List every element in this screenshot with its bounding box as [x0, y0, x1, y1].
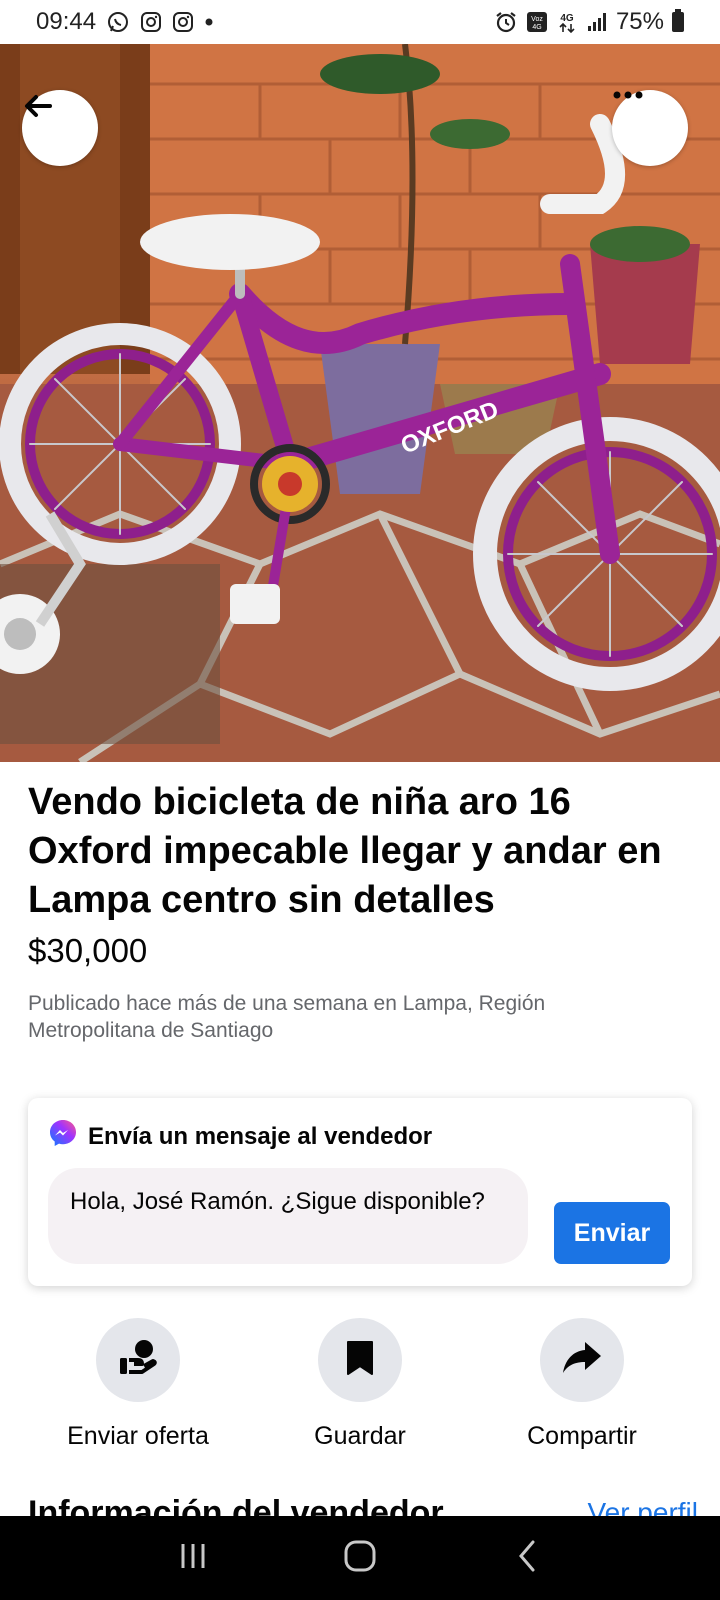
signal-icon	[586, 11, 608, 33]
whatsapp-icon	[106, 10, 130, 34]
listing-price: $30,000	[28, 932, 148, 969]
system-navigation-bar	[0, 1516, 720, 1600]
bicycle-image: OXFORD	[0, 44, 720, 762]
home-icon	[343, 1539, 377, 1578]
bookmark-icon	[345, 1339, 375, 1382]
share-button[interactable]: Compartir	[472, 1318, 692, 1451]
message-seller-card: Envía un mensaje al vendedor Hola, José …	[28, 1098, 692, 1286]
battery-percent: 75%	[615, 8, 664, 35]
seller-profile-link[interactable]: Ver perfil	[588, 1494, 699, 1516]
seller-info-title: Información del vendedor	[28, 1494, 444, 1516]
share-label: Compartir	[527, 1422, 637, 1450]
volte-icon: Voz 4G	[526, 11, 548, 33]
listing-posted-info: Publicado hace más de una semana en Lamp…	[28, 992, 546, 1042]
4g-icon: 4G	[556, 10, 578, 34]
listing-title: Vendo bicicleta de niña aro 16 Oxford im…	[28, 781, 662, 921]
message-card-header: Envía un mensaje al vendedor	[48, 1118, 432, 1155]
status-bar: 09:44 Voz 4G 4G 75%	[0, 0, 720, 44]
recent-apps-button[interactable]	[163, 1528, 223, 1588]
seller-info-section: Información del vendedor Ver perfil	[28, 1494, 698, 1516]
send-offer-label: Enviar oferta	[67, 1422, 209, 1450]
share-icon-circle[interactable]	[540, 1318, 624, 1402]
recent-apps-icon	[178, 1541, 208, 1576]
more-options-button[interactable]	[612, 90, 688, 166]
save-label: Guardar	[314, 1422, 406, 1450]
message-card-title: Envía un mensaje al vendedor	[88, 1122, 433, 1150]
send-offer-icon-circle[interactable]	[96, 1318, 180, 1402]
back-nav-button[interactable]	[497, 1528, 557, 1588]
action-bar: Enviar oferta Guardar Compartir	[0, 1318, 720, 1451]
svg-text:4G: 4G	[560, 13, 574, 24]
chevron-left-icon	[516, 1539, 538, 1578]
instagram-icon	[140, 11, 162, 33]
send-button[interactable]: Enviar	[554, 1202, 670, 1264]
save-icon-circle[interactable]	[318, 1318, 402, 1402]
save-button[interactable]: Guardar	[250, 1318, 470, 1451]
dot-icon	[204, 17, 214, 27]
instagram-icon	[172, 11, 194, 33]
svg-text:Voz: Voz	[531, 16, 543, 23]
home-button[interactable]	[330, 1528, 390, 1588]
listing-photo[interactable]: OXFORD	[0, 44, 720, 762]
offer-icon	[116, 1336, 160, 1385]
message-input[interactable]: Hola, José Ramón. ¿Sigue disponible?	[48, 1168, 528, 1264]
messenger-icon	[48, 1118, 78, 1155]
alarm-icon	[494, 10, 518, 34]
share-icon	[561, 1340, 603, 1381]
status-time: 09:44	[36, 8, 97, 35]
back-button[interactable]	[22, 90, 98, 166]
send-offer-button[interactable]: Enviar oferta	[28, 1318, 248, 1451]
svg-text:4G: 4G	[532, 24, 541, 31]
battery-icon	[672, 9, 684, 32]
